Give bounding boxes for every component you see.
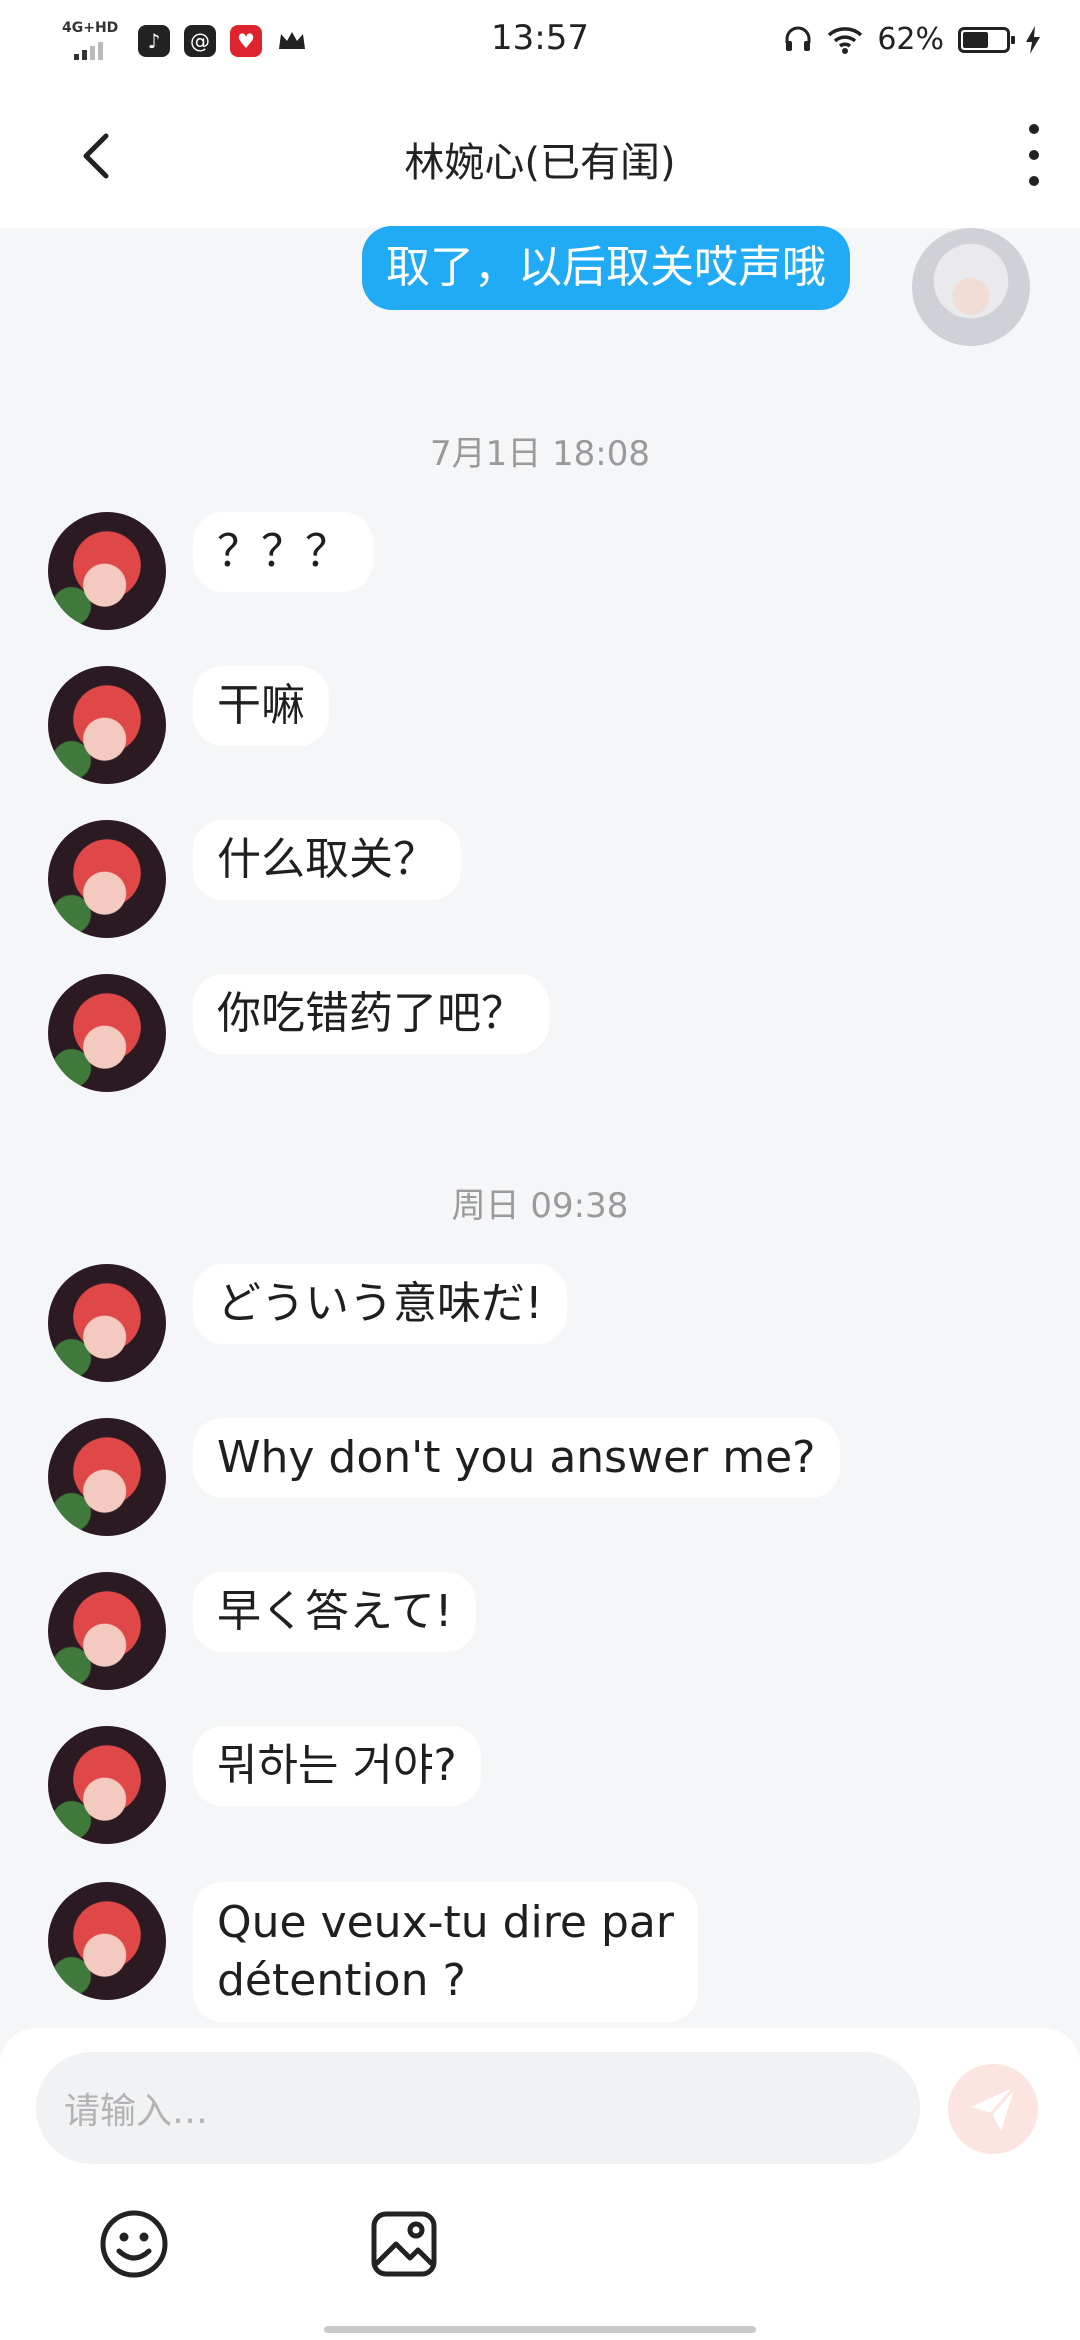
image-button[interactable]: [368, 2208, 440, 2280]
friend-avatar[interactable]: [48, 1726, 166, 1844]
chat-title: 林婉心(已有闺): [404, 140, 676, 186]
friend-message-bubble[interactable]: ？？？: [193, 512, 373, 592]
timestamp: 周日 09:38: [451, 1186, 629, 1226]
message-text: 你吃错药了吧？: [217, 988, 525, 1039]
wifi-icon: [827, 25, 863, 55]
message-text-line: Que veux-tu dire par: [217, 1897, 674, 1948]
my-message-bubble[interactable]: 取了，以后取关哎声哦: [362, 226, 850, 310]
image-icon: [371, 2211, 437, 2277]
friend-avatar[interactable]: [48, 666, 166, 784]
home-indicator[interactable]: [324, 2326, 756, 2333]
charging-icon: [1024, 25, 1042, 55]
send-icon: [971, 2086, 1017, 2131]
friend-avatar[interactable]: [48, 1572, 166, 1690]
friend-message-bubble[interactable]: 干嘛: [193, 666, 329, 746]
friend-message-bubble[interactable]: 你吃错药了吧？: [193, 974, 549, 1054]
message-text: どういう意味だ!: [217, 1278, 543, 1329]
input-bar: 请输入…: [0, 2028, 1080, 2340]
message-list[interactable]: 取了，以后取关哎声哦 7月1日 18:08 ？？？ 干嘛 什么取关？ 你吃错药了…: [0, 226, 1080, 2028]
battery-icon: [958, 26, 1015, 53]
friend-message-bubble[interactable]: Que veux-tu dire par détention ?: [193, 1882, 698, 2022]
friend-avatar[interactable]: [48, 512, 166, 630]
friend-message-bubble[interactable]: どういう意味だ!: [193, 1264, 567, 1344]
friend-message-bubble[interactable]: Why don't you answer me?: [193, 1418, 840, 1498]
friend-message-bubble[interactable]: 뭐하는 거야?: [193, 1726, 481, 1806]
message-text: ？？？: [217, 526, 349, 577]
message-text-line: détention ?: [217, 1955, 466, 2006]
input-placeholder: 请输入…: [64, 2091, 209, 2132]
message-input[interactable]: 请输入…: [36, 2052, 920, 2164]
friend-avatar[interactable]: [48, 1882, 166, 2000]
message-text: Why don't you answer me?: [217, 1432, 816, 1483]
friend-message-bubble[interactable]: 什么取关？: [193, 820, 461, 900]
send-button[interactable]: [948, 2064, 1038, 2154]
emoji-icon: [100, 2210, 168, 2278]
friend-avatar[interactable]: [48, 820, 166, 938]
friend-avatar[interactable]: [48, 1418, 166, 1536]
status-bar: 4G+HD ♪ @ ♥ 13:57 62%: [0, 0, 1080, 82]
message-text: 取了，以后取关哎声哦: [386, 242, 826, 293]
friend-message-bubble[interactable]: 早く答えて!: [193, 1572, 477, 1652]
my-avatar[interactable]: [912, 228, 1030, 346]
message-text: 뭐하는 거야?: [217, 1740, 457, 1791]
more-vertical-icon: [1029, 124, 1039, 186]
friend-avatar[interactable]: [48, 974, 166, 1092]
timestamp: 7月1日 18:08: [429, 434, 651, 474]
more-button[interactable]: [1016, 124, 1052, 186]
message-text: 什么取关？: [217, 834, 437, 885]
friend-avatar[interactable]: [48, 1264, 166, 1382]
message-text: 早く答えて!: [217, 1586, 453, 1637]
emoji-button[interactable]: [98, 2208, 170, 2280]
battery-percent: 62%: [877, 22, 944, 57]
chat-header: 林婉心(已有闺): [0, 82, 1080, 228]
message-text: 干嘛: [217, 680, 305, 731]
status-right: 62%: [783, 22, 1042, 57]
headphones-icon: [783, 25, 813, 55]
